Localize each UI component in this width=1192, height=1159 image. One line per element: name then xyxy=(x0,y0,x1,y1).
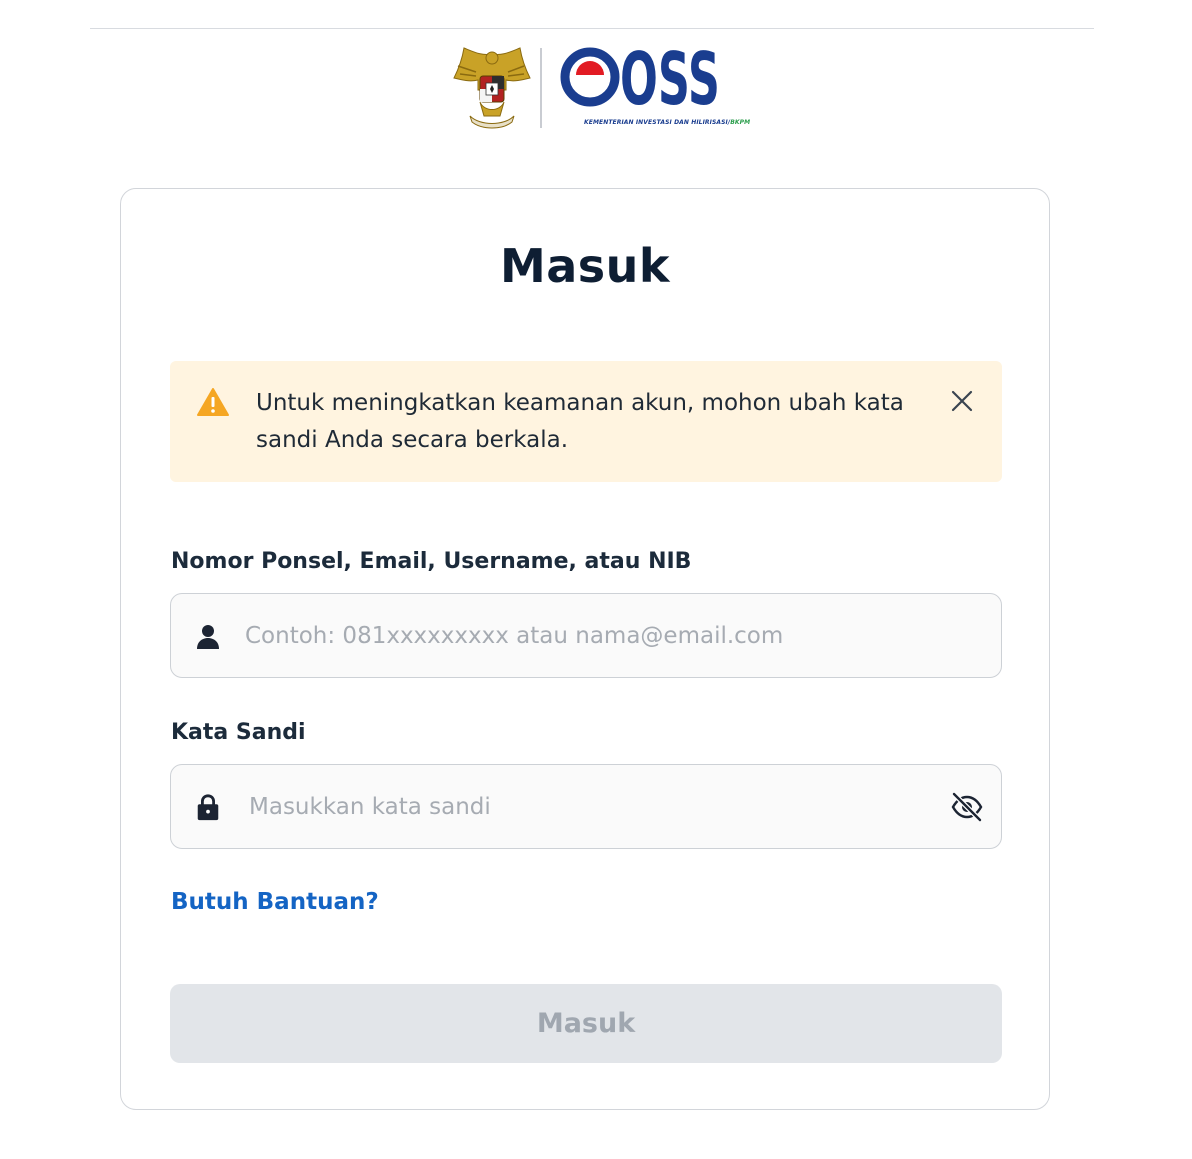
security-alert: Untuk meningkatkan keamanan akun, mohon … xyxy=(170,361,1002,482)
password-field[interactable] xyxy=(170,764,1002,849)
user-icon xyxy=(197,625,219,649)
close-icon[interactable] xyxy=(948,387,976,415)
logo-subtitle: KEMENTERIAN INVESTASI DAN HILIRISASI/BKP… xyxy=(584,119,750,126)
oss-logo: OSS KEMENTERIAN INVESTASI DAN HILIRISASI… xyxy=(452,44,750,132)
lock-icon xyxy=(197,794,219,821)
alert-message: Untuk meningkatkan keamanan akun, mohon … xyxy=(256,390,904,453)
eye-off-icon[interactable] xyxy=(949,789,985,825)
help-link[interactable]: Butuh Bantuan? xyxy=(171,889,379,915)
logo-subtitle-accent: BKPM xyxy=(730,119,751,126)
oss-wordmark-text: OSS xyxy=(620,44,720,116)
warning-triangle-icon xyxy=(197,388,229,416)
identifier-field[interactable] xyxy=(170,593,1002,678)
garuda-emblem-icon xyxy=(453,47,531,129)
oss-wordmark: OSS xyxy=(560,44,720,116)
logo-subtitle-main: KEMENTERIAN INVESTASI DAN HILIRISASI/ xyxy=(584,119,731,126)
top-divider xyxy=(90,28,1094,29)
login-card: Masuk Untuk meningkatkan keamanan akun, … xyxy=(120,188,1050,1110)
login-button[interactable]: Masuk xyxy=(170,984,1002,1063)
password-label: Kata Sandi xyxy=(171,720,306,745)
password-input[interactable] xyxy=(249,765,929,848)
identifier-input[interactable] xyxy=(245,594,965,677)
identifier-label: Nomor Ponsel, Email, Username, atau NIB xyxy=(171,549,692,574)
page-title: Masuk xyxy=(499,239,671,293)
logo-divider xyxy=(540,48,542,128)
